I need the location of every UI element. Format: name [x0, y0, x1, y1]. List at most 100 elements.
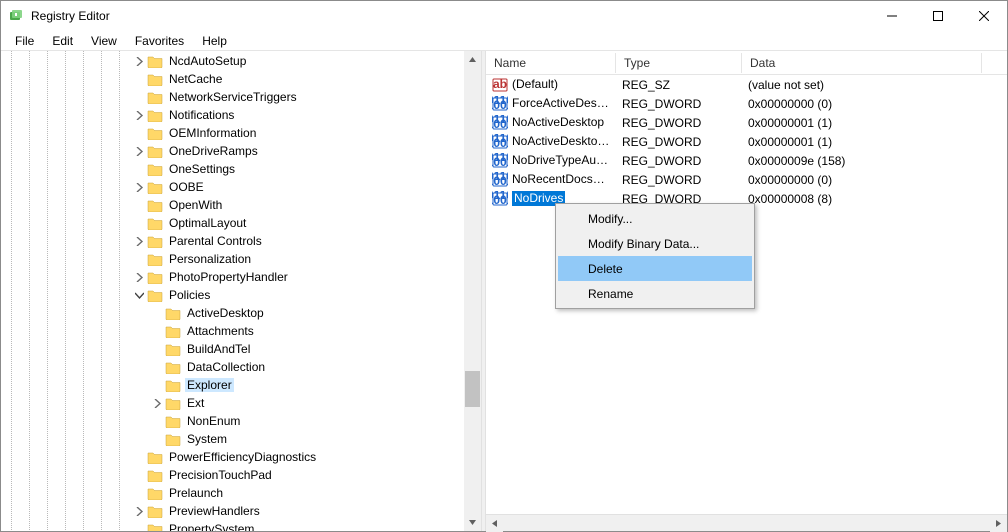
maximize-button[interactable]: [915, 1, 961, 31]
menu-edit[interactable]: Edit: [44, 32, 81, 50]
chevron-right-icon[interactable]: [131, 269, 147, 285]
tree-item[interactable]: BuildAndTel: [1, 340, 481, 358]
value-name: NoDriveTypeAuto...: [512, 153, 616, 167]
reg-dword-icon: 01101001: [492, 134, 508, 150]
chevron-right-icon[interactable]: [131, 107, 147, 123]
tree-guide-line: [11, 51, 12, 531]
content: NcdAutoSetupNetCacheNetworkServiceTrigge…: [1, 51, 1007, 531]
chevron-right-icon[interactable]: [131, 503, 147, 519]
tree-item-label: Ext: [185, 396, 206, 410]
tree-item[interactable]: DataCollection: [1, 358, 481, 376]
tree-item[interactable]: NetCache: [1, 70, 481, 88]
tree-item-label: Prelaunch: [167, 486, 225, 500]
value-data: 0x00000001 (1): [742, 135, 982, 149]
tree-item[interactable]: ActiveDesktop: [1, 304, 481, 322]
value-name: (Default): [512, 77, 558, 91]
svg-text:ab: ab: [493, 77, 507, 91]
column-name[interactable]: Name: [486, 53, 616, 73]
window-controls: [869, 1, 1007, 31]
scroll-thumb[interactable]: [465, 371, 480, 407]
list-row[interactable]: 01101001NoActiveDesktop...REG_DWORD0x000…: [486, 132, 1007, 151]
chevron-right-icon[interactable]: [131, 233, 147, 249]
tree-item-label: PhotoPropertyHandler: [167, 270, 290, 284]
tree-item[interactable]: PhotoPropertyHandler: [1, 268, 481, 286]
value-data: 0x00000000 (0): [742, 97, 982, 111]
list-row[interactable]: 01101001NoDriveTypeAuto...REG_DWORD0x000…: [486, 151, 1007, 170]
scroll-up-button[interactable]: [464, 51, 481, 68]
horizontal-scrollbar[interactable]: [486, 514, 1007, 531]
tree-item[interactable]: OOBE: [1, 178, 481, 196]
chevron-right-icon[interactable]: [149, 395, 165, 411]
tree-item-label: PropertySystem: [167, 522, 256, 531]
tree-item[interactable]: OptimalLayout: [1, 214, 481, 232]
menu-help[interactable]: Help: [194, 32, 235, 50]
tree-item[interactable]: Parental Controls: [1, 232, 481, 250]
list-row[interactable]: 01101001ForceActiveDeskt...REG_DWORD0x00…: [486, 94, 1007, 113]
column-type[interactable]: Type: [616, 53, 742, 73]
tree-item[interactable]: Personalization: [1, 250, 481, 268]
scroll-down-button[interactable]: [464, 514, 481, 531]
minimize-button[interactable]: [869, 1, 915, 31]
tree-pane: NcdAutoSetupNetCacheNetworkServiceTrigge…: [1, 51, 481, 531]
svg-text:1001: 1001: [492, 193, 508, 207]
menu-view[interactable]: View: [83, 32, 125, 50]
app-icon: [9, 8, 25, 24]
tree-item[interactable]: NonEnum: [1, 412, 481, 430]
list-row[interactable]: 01101001NoActiveDesktopREG_DWORD0x000000…: [486, 113, 1007, 132]
tree-item[interactable]: Ext: [1, 394, 481, 412]
tree-item[interactable]: OpenWith: [1, 196, 481, 214]
tree-item[interactable]: NetworkServiceTriggers: [1, 88, 481, 106]
tree-item[interactable]: Explorer: [1, 376, 481, 394]
context-menu-item[interactable]: Rename: [558, 281, 752, 306]
value-data: 0x00000000 (0): [742, 173, 982, 187]
tree-item[interactable]: System: [1, 430, 481, 448]
reg-dword-icon: 01101001: [492, 153, 508, 169]
chevron-right-icon[interactable]: [131, 143, 147, 159]
context-menu-item[interactable]: Modify Binary Data...: [558, 231, 752, 256]
list-row[interactable]: 01101001NoRecentDocsHis...REG_DWORD0x000…: [486, 170, 1007, 189]
tree-item[interactable]: PrecisionTouchPad: [1, 466, 481, 484]
tree-item-label: OptimalLayout: [167, 216, 248, 230]
scroll-right-button[interactable]: [990, 515, 1007, 532]
chevron-down-icon[interactable]: [131, 287, 147, 303]
tree-item[interactable]: OEMInformation: [1, 124, 481, 142]
tree-guide-line: [47, 51, 48, 531]
tree-item[interactable]: PreviewHandlers: [1, 502, 481, 520]
value-type: REG_DWORD: [616, 116, 742, 130]
registry-tree[interactable]: NcdAutoSetupNetCacheNetworkServiceTrigge…: [1, 51, 481, 531]
tree-scrollbar[interactable]: [464, 51, 481, 531]
reg-sz-icon: ab: [492, 77, 508, 93]
tree-item-label: OOBE: [167, 180, 206, 194]
tree-item-label: OEMInformation: [167, 126, 258, 140]
tree-item[interactable]: PropertySystem: [1, 520, 481, 531]
tree-guide-line: [83, 51, 84, 531]
tree-item-label: Attachments: [185, 324, 256, 338]
value-data: (value not set): [742, 78, 982, 92]
tree-item-label: OpenWith: [167, 198, 224, 212]
menu-favorites[interactable]: Favorites: [127, 32, 192, 50]
context-menu-item[interactable]: Delete: [558, 256, 752, 281]
menu-file[interactable]: File: [7, 32, 42, 50]
tree-item[interactable]: Policies: [1, 286, 481, 304]
tree-guide-line: [65, 51, 66, 531]
scroll-left-button[interactable]: [486, 515, 503, 532]
close-button[interactable]: [961, 1, 1007, 31]
chevron-right-icon[interactable]: [131, 53, 147, 69]
list-row[interactable]: ab(Default)REG_SZ(value not set): [486, 75, 1007, 94]
value-type: REG_DWORD: [616, 173, 742, 187]
tree-item-label: Parental Controls: [167, 234, 264, 248]
tree-item[interactable]: OneDriveRamps: [1, 142, 481, 160]
tree-item[interactable]: PowerEfficiencyDiagnostics: [1, 448, 481, 466]
tree-item[interactable]: Notifications: [1, 106, 481, 124]
chevron-right-icon[interactable]: [131, 179, 147, 195]
value-name-cell: 01101001NoRecentDocsHis...: [486, 172, 616, 188]
context-menu-item[interactable]: Modify...: [558, 206, 752, 231]
tree-item[interactable]: Prelaunch: [1, 484, 481, 502]
svg-text:1001: 1001: [492, 136, 508, 150]
tree-item[interactable]: Attachments: [1, 322, 481, 340]
tree-item-label: Policies: [167, 288, 212, 302]
column-data[interactable]: Data: [742, 53, 982, 73]
tree-item[interactable]: NcdAutoSetup: [1, 52, 481, 70]
tree-item[interactable]: OneSettings: [1, 160, 481, 178]
value-type: REG_DWORD: [616, 97, 742, 111]
